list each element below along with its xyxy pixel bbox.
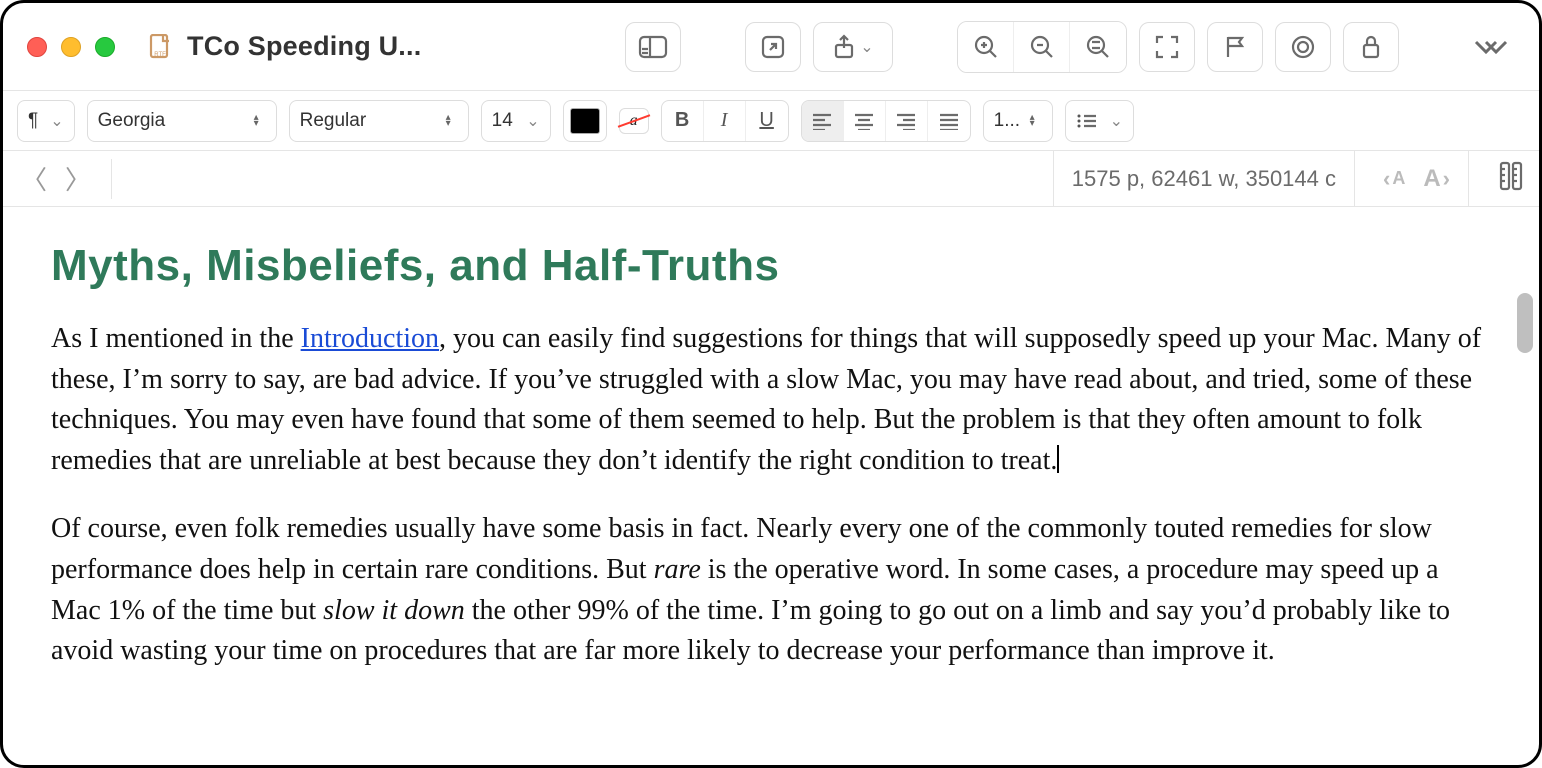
stepper-icon: ▴▾ xyxy=(1030,115,1042,127)
emphasis-run: rare xyxy=(654,554,701,585)
font-style-value: Regular xyxy=(300,110,367,132)
decrease-text-size-button[interactable]: ‹A xyxy=(1383,166,1405,192)
font-family-select[interactable]: Georgia ▴▾ xyxy=(87,100,277,142)
line-spacing-select[interactable]: 1... ▴▾ xyxy=(983,100,1053,142)
svg-text:RTF: RTF xyxy=(154,52,166,58)
text-style-group: B I U xyxy=(661,100,789,142)
nav-back-button[interactable]: 〈 xyxy=(17,162,51,196)
introduction-link[interactable]: Introduction xyxy=(301,323,439,354)
zoom-fit-button[interactable] xyxy=(1070,22,1126,72)
align-justify-button[interactable] xyxy=(928,101,970,141)
sidebar-toggle-button[interactable] xyxy=(625,22,681,72)
font-size-value: 14 xyxy=(492,110,513,132)
lock-button[interactable] xyxy=(1343,22,1399,72)
document-heading: Myths, Misbeliefs, and Half-Truths xyxy=(51,241,1491,291)
document-type-icon: RTF xyxy=(149,34,171,60)
nav-forward-button[interactable]: 〉 xyxy=(61,162,95,196)
line-spacing-value: 1... xyxy=(994,110,1020,132)
stepper-icon: ▴▾ xyxy=(254,115,266,127)
text-size-group: ‹A A› xyxy=(1365,151,1469,206)
zoom-group xyxy=(957,21,1127,73)
align-center-button[interactable] xyxy=(844,101,886,141)
chevron-down-icon: ⌄ xyxy=(1110,111,1123,131)
zoom-window-button[interactable] xyxy=(95,37,115,57)
chevron-down-icon: ⌄ xyxy=(50,111,63,131)
zoom-out-button[interactable] xyxy=(1014,22,1070,72)
document-paragraph: Of course, even folk remedies usually ha… xyxy=(51,509,1491,671)
close-window-button[interactable] xyxy=(27,37,47,57)
share-button[interactable]: ⌄ xyxy=(813,22,893,72)
pilcrow-icon: ¶ xyxy=(28,110,38,132)
minimize-window-button[interactable] xyxy=(61,37,81,57)
open-link-button[interactable] xyxy=(745,22,801,72)
text-color-picker[interactable] xyxy=(563,100,607,142)
chevron-down-icon: ⌄ xyxy=(526,111,539,131)
emphasis-run: slow it down xyxy=(323,595,465,626)
stepper-icon: ▴▾ xyxy=(446,115,458,127)
paragraph-style-select[interactable]: ¶ ⌄ xyxy=(17,100,75,142)
flag-button[interactable] xyxy=(1207,22,1263,72)
align-right-button[interactable] xyxy=(886,101,928,141)
list-style-button[interactable]: ⌄ xyxy=(1065,100,1134,142)
document-paragraph: As I mentioned in the Introduction, you … xyxy=(51,319,1491,481)
text-color-swatch xyxy=(570,108,600,134)
separator xyxy=(111,159,112,199)
font-style-select[interactable]: Regular ▴▾ xyxy=(289,100,469,142)
highlight-none-button[interactable]: a xyxy=(619,108,649,134)
document-editor[interactable]: Myths, Misbeliefs, and Half-Truths As I … xyxy=(3,207,1539,765)
align-left-button[interactable] xyxy=(802,101,844,141)
text-caret xyxy=(1057,445,1059,473)
underline-button[interactable]: U xyxy=(746,101,788,141)
overflow-button[interactable] xyxy=(1463,22,1519,72)
italic-button[interactable]: I xyxy=(704,101,746,141)
alignment-group xyxy=(801,100,971,142)
ruler-toggle-button[interactable] xyxy=(1497,161,1525,196)
titlebar: RTF TCo Speeding U... ⌄ xyxy=(3,3,1539,91)
font-size-select[interactable]: 14 ⌄ xyxy=(481,100,551,142)
zoom-in-button[interactable] xyxy=(958,22,1014,72)
increase-text-size-button[interactable]: A› xyxy=(1423,165,1450,193)
app-window: RTF TCo Speeding U... ⌄ ¶ ⌄ xyxy=(0,0,1542,768)
window-controls xyxy=(27,37,115,57)
text-run: As I mentioned in the xyxy=(51,323,301,354)
navigation-bar: 〈 〉 1575 p, 62461 w, 350144 c ‹A A› xyxy=(3,151,1539,207)
chevron-down-icon: ⌄ xyxy=(860,37,873,57)
format-toolbar: ¶ ⌄ Georgia ▴▾ Regular ▴▾ 14 ⌄ a B I U xyxy=(3,91,1539,151)
scrollbar-thumb[interactable] xyxy=(1517,293,1533,353)
document-stats: 1575 p, 62461 w, 350144 c xyxy=(1053,151,1355,206)
bold-button[interactable]: B xyxy=(662,101,704,141)
fullscreen-button[interactable] xyxy=(1139,22,1195,72)
font-family-value: Georgia xyxy=(98,110,166,132)
target-button[interactable] xyxy=(1275,22,1331,72)
document-title[interactable]: TCo Speeding U... xyxy=(187,31,421,62)
